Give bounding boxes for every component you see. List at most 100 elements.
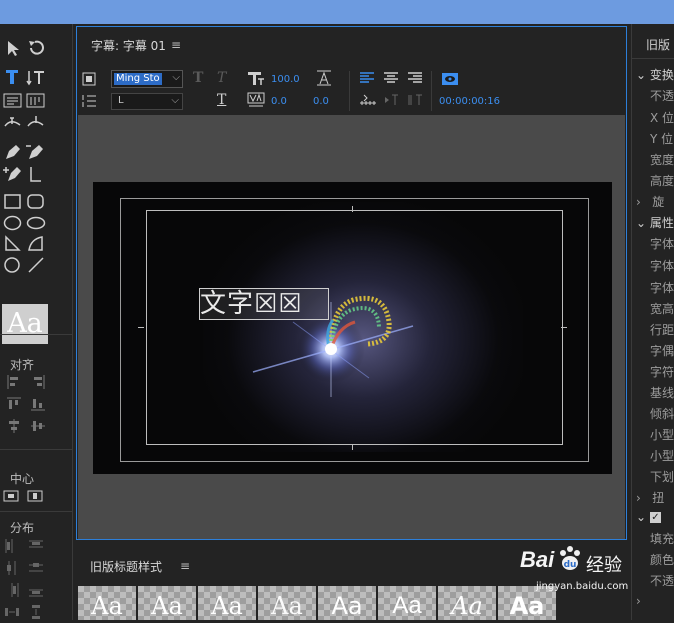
distribute-center-icon[interactable] xyxy=(4,560,20,576)
distribute-label: 分布 xyxy=(10,521,35,535)
underline-icon[interactable]: T xyxy=(217,92,226,108)
font-family-select[interactable]: Ming Sto ⌵ xyxy=(111,70,183,88)
panel-menu-icon[interactable]: ≡ xyxy=(180,559,190,573)
property-baseline-shift[interactable]: 基线 xyxy=(650,384,674,401)
rotate-tool-icon[interactable] xyxy=(25,38,47,58)
tracking-value[interactable]: 0.0 xyxy=(313,96,329,107)
font-size-value[interactable]: 100.0 xyxy=(271,74,300,85)
vertical-type-tool-icon[interactable] xyxy=(25,67,47,87)
tab-stops-icon[interactable] xyxy=(81,93,97,109)
property-leading[interactable]: 行距 xyxy=(650,321,674,338)
ellipse-tool-icon[interactable] xyxy=(25,213,47,233)
distribute-top-icon[interactable] xyxy=(28,538,44,554)
convert-anchor-tool-icon[interactable] xyxy=(25,164,47,184)
property-font-family[interactable]: 字体 xyxy=(650,235,674,252)
style-thumbnail[interactable]: Aa xyxy=(318,586,376,620)
property-fill-type[interactable]: 填充 xyxy=(650,530,674,547)
property-small-caps-size[interactable]: 小型 xyxy=(650,447,674,464)
align-left-text-icon[interactable] xyxy=(359,71,375,85)
tab-left-icon[interactable] xyxy=(383,93,401,107)
roll-crawl-options-icon[interactable] xyxy=(81,71,97,87)
panel-menu-icon[interactable]: ≡ xyxy=(171,38,181,52)
property-x-position[interactable]: X 位 xyxy=(650,109,674,126)
chevron-down-icon: ⌄ xyxy=(636,68,647,82)
property-tracking[interactable]: 字符 xyxy=(650,363,674,380)
distribute-bottom-icon[interactable] xyxy=(28,582,44,598)
distribute-right-icon[interactable] xyxy=(4,582,20,598)
property-aspect[interactable]: 宽高 xyxy=(650,300,674,317)
align-bottom-icon[interactable] xyxy=(30,396,46,412)
timecode[interactable]: 00:00:00:16 xyxy=(439,96,500,107)
type-tool-icon[interactable] xyxy=(2,67,24,87)
property-y-position[interactable]: Y 位 xyxy=(650,130,673,147)
rounded-rectangle-tool-icon[interactable] xyxy=(25,192,47,212)
add-anchor-tool-icon[interactable] xyxy=(2,164,24,184)
line-tool-icon[interactable] xyxy=(25,255,47,275)
distribute-left-icon[interactable] xyxy=(4,538,20,554)
property-width[interactable]: 宽度 xyxy=(650,151,674,168)
kerning-value[interactable]: 0.0 xyxy=(271,96,287,107)
divider xyxy=(632,58,674,59)
italic-icon[interactable]: T xyxy=(217,70,226,86)
style-thumbnail[interactable]: Aa xyxy=(258,586,316,620)
path-type-tool-icon[interactable] xyxy=(2,113,24,133)
center-vertical-icon[interactable] xyxy=(27,488,43,504)
font-style-select[interactable]: L ⌵ xyxy=(111,93,183,110)
tab-right-icon[interactable] xyxy=(407,93,425,107)
title-text-object[interactable]: 文字☒☒ xyxy=(199,288,329,320)
style-thumbnail[interactable]: Aa xyxy=(198,586,256,620)
align-horizontal-center-icon[interactable] xyxy=(6,418,22,434)
properties-section-header[interactable]: ⌄ 属性 xyxy=(636,214,674,231)
pen-tool-icon[interactable] xyxy=(2,142,24,162)
distribute-middle-icon[interactable] xyxy=(28,560,44,576)
properties-label: 属性 xyxy=(649,216,674,230)
wedge-tool-icon[interactable] xyxy=(2,234,24,254)
property-height[interactable]: 高度 xyxy=(650,172,674,189)
video-frame[interactable]: 文字☒☒ xyxy=(93,182,612,474)
center-mark xyxy=(561,327,567,328)
bold-icon[interactable]: T xyxy=(193,70,203,86)
align-right-text-icon[interactable] xyxy=(407,71,423,85)
transform-section-header[interactable]: ⌄ 变换 xyxy=(636,66,674,83)
property-rotation[interactable]: › 旋 xyxy=(636,193,664,210)
center-mark xyxy=(352,444,353,450)
font-style-value: L xyxy=(118,95,124,106)
align-right-icon[interactable] xyxy=(30,374,46,390)
distribute-vertical-spacing-icon[interactable] xyxy=(28,604,44,620)
arc-tool-icon[interactable] xyxy=(25,234,47,254)
vertical-area-type-tool-icon[interactable] xyxy=(25,90,47,110)
property-kerning[interactable]: 字偶 xyxy=(650,342,674,359)
align-center-text-icon[interactable] xyxy=(383,71,399,85)
property-fill-opacity[interactable]: 不透 xyxy=(650,572,674,589)
fill-checkbox[interactable]: ✓ xyxy=(649,512,661,523)
property-font-size[interactable]: 字体 xyxy=(650,279,674,296)
distribute-horizontal-spacing-icon[interactable] xyxy=(4,604,20,620)
align-vertical-center-icon[interactable] xyxy=(30,418,46,434)
selection-tool-icon[interactable] xyxy=(2,38,24,58)
property-slant[interactable]: 倾斜 xyxy=(650,405,674,422)
style-thumbnail[interactable]: Aa xyxy=(138,586,196,620)
styles-panel-title: 旧版标题样式 xyxy=(90,560,163,574)
property-small-caps[interactable]: 小型 xyxy=(650,426,674,443)
circle-tool-icon[interactable] xyxy=(2,255,24,275)
clipped-corner-rectangle-tool-icon[interactable] xyxy=(2,213,24,233)
style-thumbnail[interactable]: Aa xyxy=(78,586,136,620)
align-left-icon[interactable] xyxy=(6,374,22,390)
tab-stops-ruler-icon[interactable] xyxy=(359,93,377,107)
property-distort[interactable]: › 扭 xyxy=(636,489,664,506)
property-opacity[interactable]: 不透 xyxy=(650,87,674,104)
show-background-video-icon[interactable] xyxy=(441,71,459,87)
area-type-tool-icon[interactable] xyxy=(2,90,24,110)
style-thumbnail[interactable]: Aa xyxy=(438,586,496,620)
fill-section-header[interactable]: ⌄ ✓ xyxy=(636,510,661,524)
delete-anchor-tool-icon[interactable] xyxy=(25,142,47,162)
rectangle-tool-icon[interactable] xyxy=(2,192,24,212)
property-color[interactable]: 颜色 xyxy=(650,551,674,568)
property-font-style[interactable]: 字体 xyxy=(650,257,674,274)
align-top-icon[interactable] xyxy=(6,396,22,412)
center-horizontal-icon[interactable] xyxy=(3,488,19,504)
baidu-jingyan-watermark: Bai du 经验 jingyan.baidu.com xyxy=(520,545,650,605)
style-thumbnail[interactable]: Aa xyxy=(378,586,436,620)
vertical-path-type-tool-icon[interactable] xyxy=(25,113,47,133)
property-underline[interactable]: 下划 xyxy=(650,468,674,485)
